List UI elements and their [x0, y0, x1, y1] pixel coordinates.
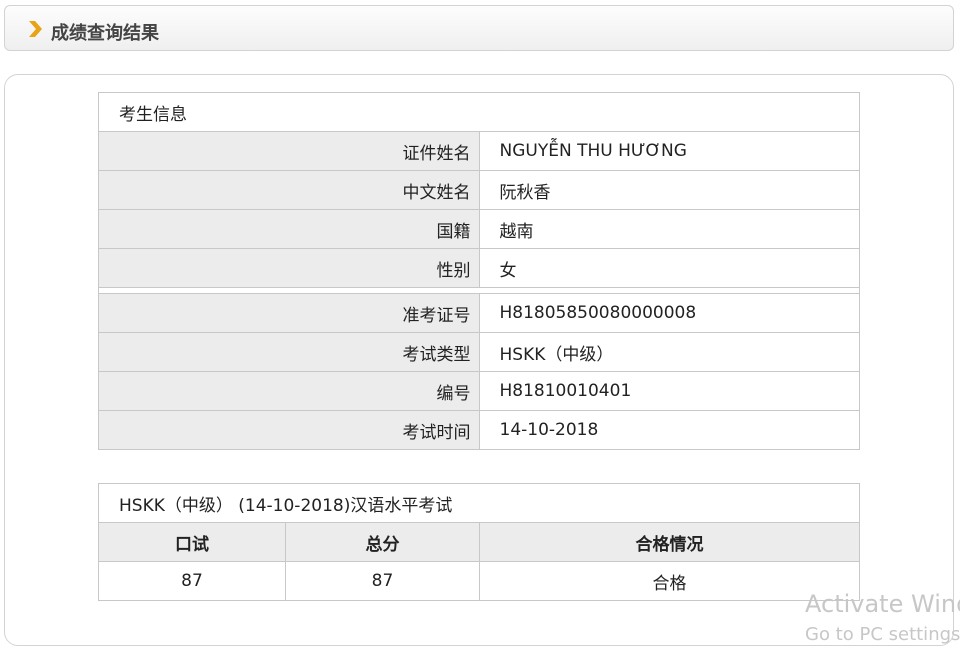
- table-row: 准考证号 H81805850080000008: [98, 293, 860, 333]
- candidate-section-title: 考生信息: [98, 92, 860, 132]
- table-row: 中文姓名 阮秋香: [98, 170, 860, 210]
- table-row: 考试类型 HSKK（中级）: [98, 332, 860, 372]
- pass-status: 合格: [479, 561, 860, 601]
- table-row: 国籍 越南: [98, 209, 860, 249]
- row-value: NGUYỄN THU HƯƠNG: [478, 131, 860, 171]
- activation-watermark-title: Activate Wind: [805, 590, 960, 618]
- total-score: 87: [285, 561, 480, 601]
- oral-score: 87: [98, 561, 286, 601]
- activation-watermark-subtitle: Go to PC settings: [805, 624, 960, 645]
- chevron-right-icon: [29, 21, 42, 37]
- row-label: 考试时间: [98, 410, 480, 450]
- col-header-total: 总分: [285, 522, 480, 562]
- score-table: HSKK（中级） (14-10-2018)汉语水平考试 口试 总分 合格情况 8…: [98, 483, 860, 601]
- table-row: 性别 女: [98, 248, 860, 288]
- candidate-info-table: 考生信息 证件姓名 NGUYỄN THU HƯƠNG 中文姓名 阮秋香 国籍 越…: [98, 92, 860, 450]
- row-value: 14-10-2018: [478, 410, 860, 450]
- table-row: 87 87 合格: [98, 561, 860, 601]
- page-header: 成绩查询结果: [4, 5, 954, 51]
- row-label: 证件姓名: [98, 131, 480, 171]
- row-value: 越南: [478, 209, 860, 249]
- row-label: 考试类型: [98, 332, 480, 372]
- row-value: HSKK（中级）: [478, 332, 860, 372]
- row-value: H81810010401: [478, 371, 860, 411]
- row-label: 准考证号: [98, 293, 480, 333]
- table-row: 编号 H81810010401: [98, 371, 860, 411]
- row-label: 中文姓名: [98, 170, 480, 210]
- col-header-pass: 合格情况: [479, 522, 860, 562]
- score-section-title: HSKK（中级） (14-10-2018)汉语水平考试: [98, 483, 860, 523]
- row-value: 阮秋香: [478, 170, 860, 210]
- table-row: 证件姓名 NGUYỄN THU HƯƠNG: [98, 131, 860, 171]
- row-label: 编号: [98, 371, 480, 411]
- row-label: 性别: [98, 248, 480, 288]
- page-title: 成绩查询结果: [51, 23, 159, 44]
- row-label: 国籍: [98, 209, 480, 249]
- row-value: 女: [478, 248, 860, 288]
- col-header-oral: 口试: [98, 522, 286, 562]
- row-value: H81805850080000008: [478, 293, 860, 333]
- table-row: 考试时间 14-10-2018: [98, 410, 860, 450]
